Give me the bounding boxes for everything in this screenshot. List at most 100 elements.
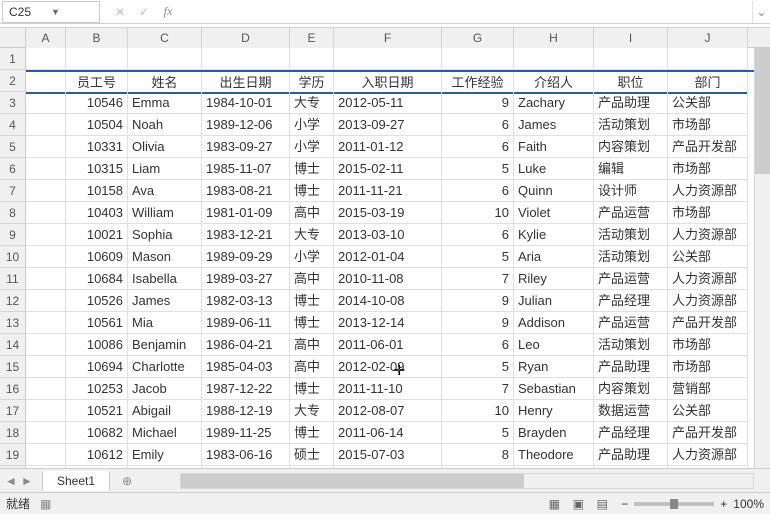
data-cell[interactable] <box>26 158 66 180</box>
select-all-corner[interactable] <box>0 28 26 48</box>
data-cell[interactable]: 产品经理 <box>594 422 668 444</box>
data-cell[interactable]: 小学 <box>290 114 334 136</box>
data-cell[interactable] <box>26 444 66 466</box>
data-cell[interactable]: Ryan <box>514 356 594 378</box>
data-cell[interactable] <box>26 334 66 356</box>
data-cell[interactable]: Emma <box>128 92 202 114</box>
data-cell[interactable]: Sebastian <box>514 378 594 400</box>
name-box-dropdown-icon[interactable]: ▼ <box>51 7 93 17</box>
data-cell[interactable] <box>128 48 202 70</box>
data-cell[interactable]: 6 <box>442 224 514 246</box>
data-cell[interactable]: 10561 <box>66 312 128 334</box>
data-cell[interactable]: 5 <box>442 356 514 378</box>
row-header[interactable]: 10 <box>0 246 26 268</box>
row-header[interactable]: 12 <box>0 290 26 312</box>
data-cell[interactable]: 博士 <box>290 158 334 180</box>
row-header[interactable]: 17 <box>0 400 26 422</box>
vertical-scrollbar-thumb[interactable] <box>755 48 770 174</box>
data-cell[interactable]: 7 <box>442 268 514 290</box>
data-cell[interactable] <box>26 92 66 114</box>
data-cell[interactable]: 10612 <box>66 444 128 466</box>
data-cell[interactable] <box>26 400 66 422</box>
data-cell[interactable]: 1986-04-21 <box>202 334 290 356</box>
data-cell[interactable] <box>514 48 594 70</box>
data-cell[interactable]: 1989-11-25 <box>202 422 290 444</box>
data-cell[interactable]: 活动策划 <box>594 114 668 136</box>
data-cell[interactable]: 公关部 <box>668 246 748 268</box>
row-header[interactable]: 15 <box>0 356 26 378</box>
sheet-nav-next-icon[interactable]: ► <box>20 474 34 488</box>
data-cell[interactable]: 2014-10-08 <box>334 290 442 312</box>
data-cell[interactable]: Elijah <box>128 466 202 468</box>
data-cell[interactable]: Isabella <box>128 268 202 290</box>
data-cell[interactable]: 活动策划 <box>594 466 668 468</box>
data-cell[interactable]: William <box>128 202 202 224</box>
sheet-tab[interactable]: Sheet1 <box>42 471 110 491</box>
data-cell[interactable] <box>26 202 66 224</box>
data-cell[interactable]: Leo <box>514 334 594 356</box>
data-cell[interactable] <box>26 114 66 136</box>
row-header[interactable]: 9 <box>0 224 26 246</box>
data-cell[interactable]: 市场部 <box>668 356 748 378</box>
data-cell[interactable] <box>334 48 442 70</box>
data-cell[interactable]: 大专 <box>290 92 334 114</box>
data-cell[interactable]: Michael <box>128 422 202 444</box>
data-cell[interactable]: 公关部 <box>668 400 748 422</box>
data-cell[interactable]: Theodore <box>514 444 594 466</box>
data-cell[interactable]: 活动策划 <box>594 224 668 246</box>
row-header[interactable]: 19 <box>0 444 26 466</box>
row-header[interactable]: 1 <box>0 48 26 70</box>
column-header[interactable]: B <box>66 28 128 48</box>
view-page-break-icon[interactable]: ▤ <box>593 497 611 511</box>
data-cell[interactable]: 1983-08-21 <box>202 180 290 202</box>
data-cell[interactable] <box>26 246 66 268</box>
row-header[interactable]: 8 <box>0 202 26 224</box>
data-cell[interactable]: 2011-11-21 <box>334 180 442 202</box>
data-cell[interactable]: 10403 <box>66 202 128 224</box>
data-cell[interactable]: 2011-06-01 <box>334 334 442 356</box>
data-cell[interactable] <box>26 48 66 70</box>
data-cell[interactable]: 7 <box>442 378 514 400</box>
column-header[interactable]: D <box>202 28 290 48</box>
data-cell[interactable]: 2014-11-04 <box>334 466 442 468</box>
data-cell[interactable]: Riley <box>514 268 594 290</box>
data-cell[interactable]: Mason <box>128 246 202 268</box>
header-cell[interactable]: 员工号 <box>66 72 128 94</box>
header-cell[interactable]: 职位 <box>594 72 668 94</box>
data-cell[interactable]: 9 <box>442 92 514 114</box>
data-cell[interactable]: 2015-07-03 <box>334 444 442 466</box>
data-cell[interactable] <box>26 224 66 246</box>
horizontal-scrollbar[interactable] <box>180 473 754 489</box>
data-cell[interactable] <box>26 356 66 378</box>
data-cell[interactable]: 6 <box>442 136 514 158</box>
column-header[interactable]: H <box>514 28 594 48</box>
data-cell[interactable]: 产品开发部 <box>668 312 748 334</box>
data-cell[interactable]: Brayden <box>514 422 594 444</box>
data-cell[interactable]: Faith <box>514 136 594 158</box>
add-sheet-button[interactable]: ⊕ <box>114 471 140 491</box>
data-cell[interactable]: 2012-08-07 <box>334 400 442 422</box>
header-cell[interactable]: 姓名 <box>128 72 202 94</box>
sheet-nav[interactable]: ◄ ► <box>0 474 38 488</box>
data-cell[interactable]: James <box>514 114 594 136</box>
macro-record-icon[interactable]: ▦ <box>40 497 51 511</box>
data-cell[interactable] <box>668 48 748 70</box>
data-cell[interactable]: 2015-02-11 <box>334 158 442 180</box>
data-cell[interactable]: 产品开发部 <box>668 136 748 158</box>
horizontal-scrollbar-thumb[interactable] <box>181 474 524 488</box>
data-cell[interactable]: 大专 <box>290 400 334 422</box>
data-cell[interactable]: 2013-03-10 <box>334 224 442 246</box>
data-cell[interactable]: 8 <box>442 444 514 466</box>
zoom-in-button[interactable]: + <box>720 497 727 511</box>
row-header[interactable]: 3 <box>0 92 26 114</box>
data-cell[interactable]: 10684 <box>66 268 128 290</box>
data-cell[interactable]: 人力资源部 <box>668 466 748 468</box>
data-cell[interactable]: 高中 <box>290 356 334 378</box>
column-header[interactable]: E <box>290 28 334 48</box>
header-cell[interactable] <box>26 72 66 94</box>
zoom-level[interactable]: 100% <box>733 497 764 511</box>
data-cell[interactable]: 1981-01-09 <box>202 202 290 224</box>
vertical-scrollbar[interactable] <box>754 48 770 468</box>
row-header[interactable]: 11 <box>0 268 26 290</box>
data-cell[interactable]: 博士 <box>290 378 334 400</box>
